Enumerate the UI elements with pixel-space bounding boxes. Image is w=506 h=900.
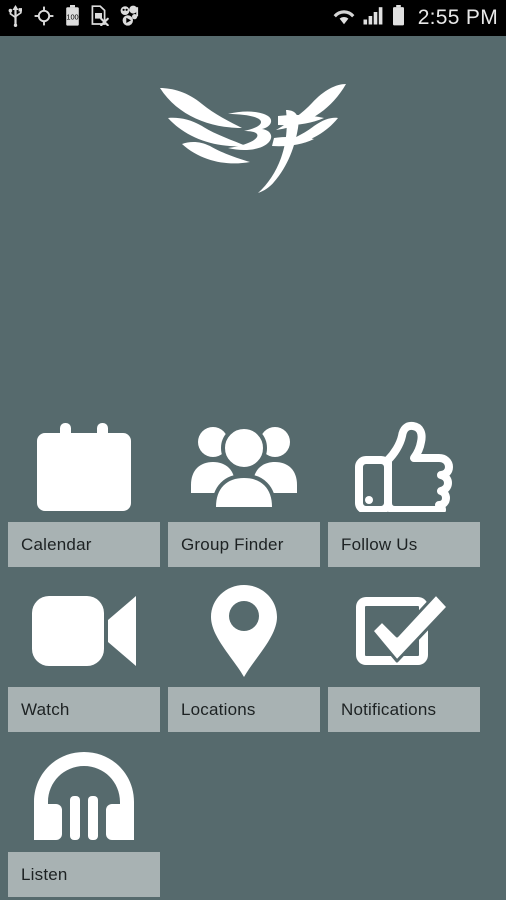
music-icon <box>120 5 141 31</box>
status-bar-right-icons: 2:55 PM <box>332 5 498 31</box>
tile-watch[interactable]: Watch <box>8 575 160 732</box>
status-bar: 100 2:55 PM <box>0 0 506 36</box>
status-bar-left-icons: 100 <box>8 4 141 32</box>
tile-group-finder[interactable]: Group Finder <box>168 410 320 567</box>
map-pin-icon <box>168 575 320 687</box>
sim-card-error-icon <box>91 5 109 31</box>
tile-listen[interactable]: Listen <box>8 740 160 897</box>
app-logo <box>0 60 506 205</box>
battery-icon <box>392 5 405 31</box>
tile-label-group-finder: Group Finder <box>168 522 320 567</box>
tile-label-locations: Locations <box>168 687 320 732</box>
tile-label-notifications: Notifications <box>328 687 480 732</box>
headphones-icon <box>8 740 160 852</box>
battery-100-icon: 100 <box>65 5 80 31</box>
status-bar-clock: 2:55 PM <box>417 6 498 29</box>
calendar-icon <box>8 410 160 522</box>
tile-follow-us[interactable]: Follow Us <box>328 410 480 567</box>
wifi-icon <box>332 6 356 30</box>
bf-wings-logo-svg <box>160 84 346 193</box>
video-camera-icon <box>8 575 160 687</box>
tile-calendar[interactable]: Calendar <box>8 410 160 567</box>
tile-locations[interactable]: Locations <box>168 575 320 732</box>
svg-text:100: 100 <box>66 13 78 22</box>
tile-notifications[interactable]: Notifications <box>328 575 480 732</box>
tile-label-listen: Listen <box>8 852 160 897</box>
group-people-icon <box>168 410 320 522</box>
checkbox-check-icon <box>328 575 480 687</box>
usb-icon <box>8 4 23 32</box>
tile-label-watch: Watch <box>8 687 160 732</box>
cell-signal-icon <box>363 6 385 30</box>
menu-grid: Calendar Group Finder Follow Us Watch Lo… <box>0 410 506 897</box>
thumbs-up-icon <box>328 410 480 522</box>
tile-label-calendar: Calendar <box>8 522 160 567</box>
gps-icon <box>34 6 54 31</box>
tile-label-follow-us: Follow Us <box>328 522 480 567</box>
